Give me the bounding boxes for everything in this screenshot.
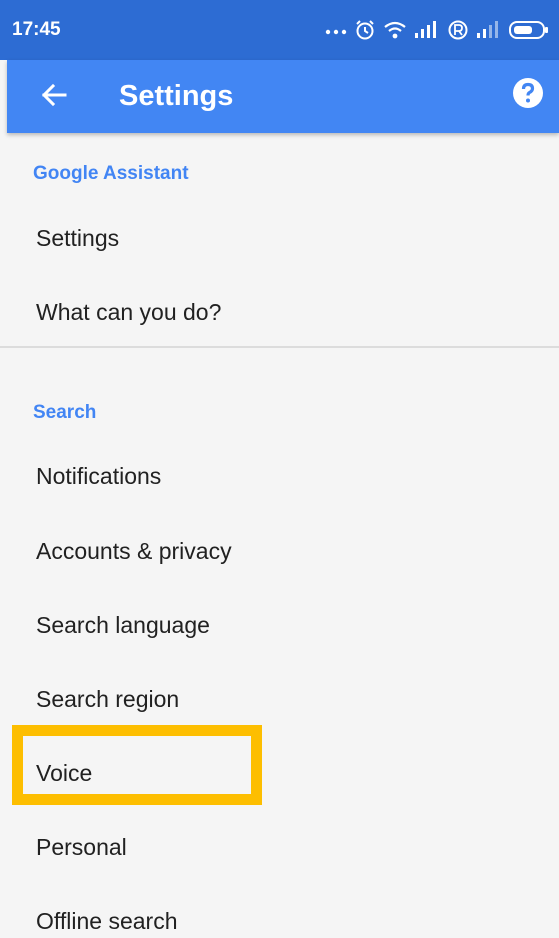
section-divider <box>0 346 559 348</box>
list-item-personal[interactable]: Personal <box>36 834 127 861</box>
list-item-what-can-you-do[interactable]: What can you do? <box>36 299 221 326</box>
app-bar: Settings <box>7 60 559 133</box>
battery-icon <box>509 20 549 40</box>
list-item-offline-search[interactable]: Offline search <box>36 908 177 935</box>
list-item-assistant-settings[interactable]: Settings <box>36 225 119 252</box>
more-dots-icon <box>325 25 347 35</box>
help-icon[interactable] <box>511 76 545 110</box>
signal-icon <box>476 21 502 39</box>
list-item-notifications[interactable]: Notifications <box>36 463 161 490</box>
section-header-google-assistant: Google Assistant <box>33 163 189 184</box>
list-item-accounts-privacy[interactable]: Accounts & privacy <box>36 538 232 565</box>
status-time: 17:45 <box>12 19 61 40</box>
signal-icon <box>414 21 440 39</box>
arrow-back-icon[interactable] <box>37 78 71 112</box>
voice-highlight-box <box>12 725 262 805</box>
page-title: Settings <box>119 80 234 112</box>
list-item-search-region[interactable]: Search region <box>36 686 179 713</box>
alarm-icon <box>354 19 376 41</box>
wifi-icon <box>383 20 407 40</box>
list-item-search-language[interactable]: Search language <box>36 612 210 639</box>
status-bar: 17:45 <box>0 0 559 60</box>
roaming-r-icon <box>447 19 469 41</box>
status-icons <box>325 19 549 41</box>
section-header-search: Search <box>33 402 97 423</box>
